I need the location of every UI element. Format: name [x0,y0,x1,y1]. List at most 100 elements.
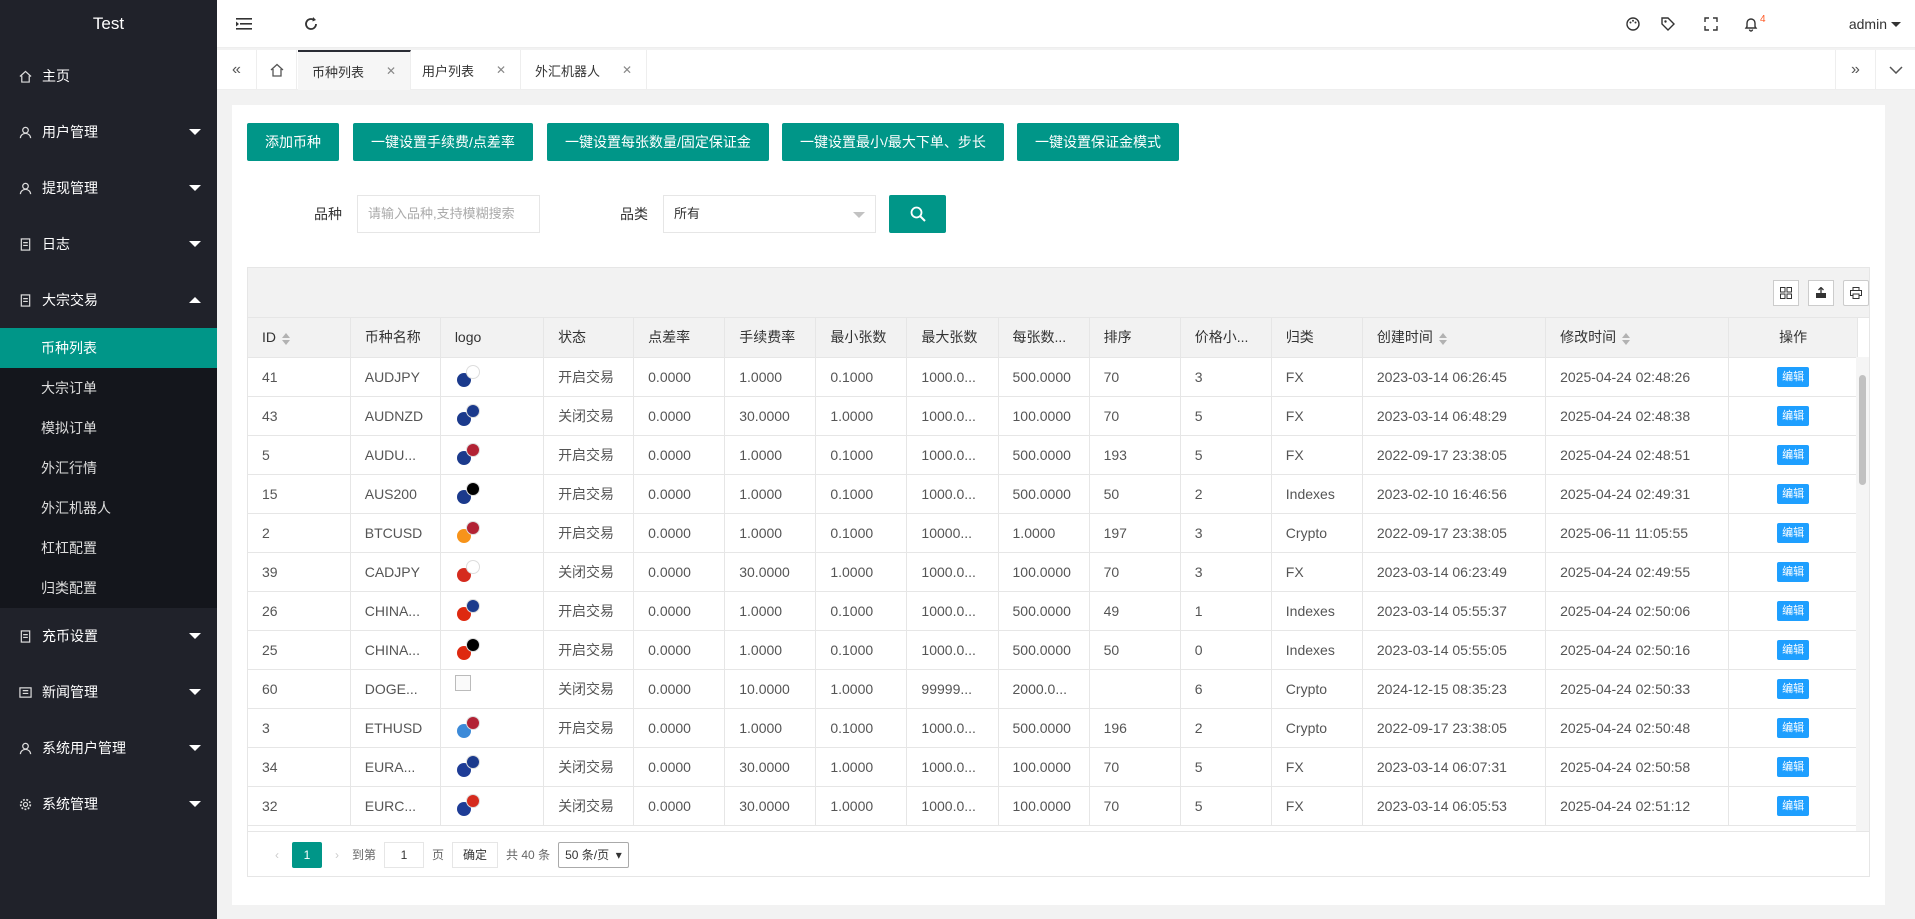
goto-page-input[interactable]: 1 [384,841,425,868]
goto-confirm-button[interactable]: 确定 [452,841,499,868]
tab-menu-chevron-icon[interactable] [1875,50,1915,90]
actions-cell: 编辑 [1728,513,1858,553]
subnav-item[interactable]: 币种列表 [0,328,217,368]
chevron-down-icon [1891,21,1901,27]
subnav-item[interactable]: 杠杠配置 [0,528,217,568]
table-cell: 1.0000 [724,630,817,670]
prev-page-icon[interactable]: ‹ [262,842,292,868]
tag-icon[interactable] [1658,14,1678,34]
set-minmax-button[interactable]: 一键设置最小/最大下单、步长 [782,123,1004,161]
edit-button[interactable]: 编辑 [1777,600,1810,621]
export-icon[interactable] [1808,280,1834,306]
search-button[interactable] [889,195,946,233]
theme-icon[interactable] [1623,14,1643,34]
sidebar-item-2[interactable]: 提现管理 [0,160,217,216]
menu-toggle-icon[interactable] [234,14,254,34]
sort-icon[interactable] [282,332,290,345]
fullscreen-icon[interactable] [1701,14,1721,34]
table-row: 15 AUS200 开启交易 0.0000 1.0000 0.1000 1000.0... 5… [248,474,1858,514]
table-cell: Indexes [1271,630,1363,670]
table-cell: 30.0000 [724,747,817,787]
table-cell: CHINA... [350,630,441,670]
sort-icon[interactable] [1438,332,1447,345]
column-header[interactable]: 修改时间 [1545,318,1730,358]
add-currency-button[interactable]: 添加币种 [247,123,339,161]
scrollbar-thumb[interactable] [1859,375,1866,485]
edit-button[interactable]: 编辑 [1777,717,1810,738]
table-cell: 1.0000 [724,513,817,553]
sidebar-item-1[interactable]: 用户管理 [0,104,217,160]
subnav-item[interactable]: 外汇行情 [0,448,217,488]
actions-cell: 编辑 [1728,357,1858,397]
edit-button[interactable]: 编辑 [1777,483,1810,504]
current-page-button[interactable]: 1 [292,841,322,868]
table-scrollbar[interactable] [1856,357,1869,831]
sidebar-item-8[interactable]: 系统管理 [0,776,217,832]
edit-button[interactable]: 编辑 [1777,639,1810,660]
edit-button[interactable]: 编辑 [1777,756,1810,777]
edit-button[interactable]: 编辑 [1777,561,1810,582]
actions-cell: 编辑 [1728,708,1858,748]
table-cell: FX [1271,552,1363,592]
close-icon[interactable]: ✕ [622,63,632,77]
sidebar-item-label: 新闻管理 [42,684,98,700]
column-header[interactable]: ID [248,318,351,358]
table-cell: 26 [248,591,351,631]
set-margin-mode-button[interactable]: 一键设置保证金模式 [1017,123,1179,161]
page-size-select[interactable]: 50 条/页 ▾ [558,841,629,868]
columns-filter-icon[interactable] [1773,280,1799,306]
sidebar: Test 主页 用户管理 提现管理 日志 大宗交易 币种列表 大宗订单 模拟订单 外汇行情 外汇… [0,0,217,919]
subnav-item[interactable]: 外汇机器人 [0,488,217,528]
sidebar-item-6[interactable]: 新闻管理 [0,664,217,720]
category-select-value: 所有 [674,206,701,221]
subnav-item[interactable]: 模拟订单 [0,408,217,448]
table-cell: 5 [248,435,351,475]
table-cell: 开启交易 [543,513,635,553]
chevron-down-icon [189,689,201,695]
set-contract-button[interactable]: 一键设置每张数量/固定保证金 [547,123,769,161]
next-page-icon[interactable]: › [322,842,352,868]
column-header-label: 排序 [1103,329,1132,346]
table-row: 39 CADJPY 关闭交易 0.0000 30.0000 1.0000 1000.0...… [248,552,1858,592]
sidebar-item-7[interactable]: 系统用户管理 [0,720,217,776]
close-icon[interactable]: ✕ [496,63,506,77]
set-fee-button[interactable]: 一键设置手续费/点差率 [353,123,533,161]
tab-1[interactable]: 用户列表 ✕ [408,50,522,90]
edit-button[interactable]: 编辑 [1777,678,1810,699]
refresh-icon[interactable] [301,14,321,34]
sidebar-item-3[interactable]: 日志 [0,216,217,272]
column-header: 手续费率 [724,318,817,358]
category-select[interactable]: 所有 [663,195,876,233]
variety-search-input[interactable]: 请输入品种,支持模糊搜索 [357,195,540,233]
subnav-item[interactable]: 大宗订单 [0,368,217,408]
column-header[interactable]: 创建时间 [1362,318,1547,358]
edit-button[interactable]: 编辑 [1777,795,1810,816]
bell-icon[interactable] [1741,14,1761,34]
sidebar-item-5[interactable]: 充币设置 [0,608,217,664]
sidebar-item-4[interactable]: 大宗交易 [0,272,217,328]
edit-button[interactable]: 编辑 [1777,405,1810,426]
tab-0[interactable]: 币种列表 ✕ [298,50,412,90]
table-cell: 193 [1089,435,1181,475]
sort-icon[interactable] [1622,332,1631,345]
user-menu[interactable]: admin [1849,16,1901,32]
subnav-item[interactable]: 归类配置 [0,568,217,608]
tab-scroll-right-icon[interactable]: » [1835,50,1875,90]
column-header: logo [440,318,545,358]
tab-scroll-left-icon[interactable]: « [217,50,257,90]
table-cell: 2025-04-24 02:49:31 [1545,474,1730,514]
tab-2[interactable]: 外汇机器人 ✕ [521,50,648,90]
table-cell: 70 [1089,552,1181,592]
logo-cell [440,435,545,475]
edit-button[interactable]: 编辑 [1777,522,1810,543]
table-cell: 2 [1180,708,1272,748]
print-icon[interactable] [1843,280,1869,306]
sidebar-item-0[interactable]: 主页 [0,48,217,104]
currency-logo [455,558,483,586]
edit-button[interactable]: 编辑 [1777,444,1810,465]
edit-button[interactable]: 编辑 [1777,366,1810,387]
table-cell: 1.0000 [815,786,908,826]
close-icon[interactable]: ✕ [386,64,396,78]
table-cell: 0.1000 [815,435,908,475]
home-tab-icon[interactable] [257,50,297,90]
